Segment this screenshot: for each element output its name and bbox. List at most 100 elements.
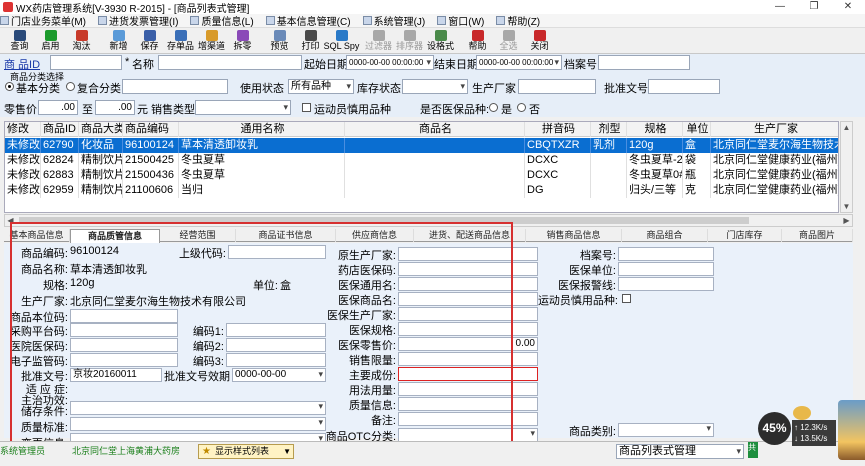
code1-input[interactable] [226,323,326,337]
name-input[interactable] [158,55,302,70]
menu-item-4[interactable]: 系统管理(J) [362,13,425,28]
start-date-field[interactable]: 0000-00-00 00:00:00 [346,55,434,70]
category-input[interactable] [122,79,228,94]
ingredients-input[interactable] [398,367,538,381]
remarks-input[interactable] [398,412,538,426]
e-code-input[interactable] [70,353,178,367]
tab-3[interactable]: 商品证书信息 [236,229,336,242]
toolbar-button-15[interactable]: 全选 [493,29,524,54]
usage-status-select[interactable]: 所有品种 [288,79,354,94]
toolbar-button-14[interactable]: 帮助 [462,29,493,54]
toolbar-button-6[interactable]: 增渠道 [196,29,227,54]
ins-unit-input[interactable] [618,262,714,276]
hospital-code-input[interactable] [70,338,178,352]
ins-price-input[interactable]: 0.00 [398,337,538,351]
dosage-input[interactable] [398,382,538,396]
scroll-thumb[interactable] [19,217,749,224]
tab-6[interactable]: 销售商品信息 [526,229,622,242]
table-row[interactable]: 未修改 62959 精制饮片 21100606 当归 DG 归头/三等克北京同仁堂健康药业(… [5,183,838,198]
menu-item-0[interactable]: 门店业务菜单(M) [0,13,86,28]
table-row[interactable]: 未修改 62790 化妆品 96100124 草本清透卸妆乳 CBQTXZR 乳剂 120g 盒… [5,138,838,153]
parent-code-input[interactable] [228,245,326,259]
toolbar-button-11[interactable]: 过滤器 [363,29,394,54]
maximize-button[interactable]: ❐ [797,0,831,14]
product-grid[interactable]: 修改 商品ID 商品大类 商品编码 通用名称 商品名 拼音码 剂型 规格 单位 生产厂家 未修改 627… [4,121,839,213]
orig-maker-input[interactable] [398,247,538,261]
scroll-up-icon[interactable]: ▲ [841,122,852,133]
approval-input[interactable] [648,79,720,94]
platform-code-input[interactable] [70,323,178,337]
column-header[interactable]: 拼音码 [525,122,591,137]
grid-vertical-scrollbar[interactable]: ▲ ▼ [840,121,853,213]
otc-select[interactable] [398,428,538,442]
toolbar-button-7[interactable]: 拆零 [227,29,258,54]
approval-detail-input[interactable]: 京妆20160011 [70,368,162,382]
price-from-input[interactable]: .00 [38,100,78,115]
column-header[interactable]: 通用名称 [179,122,345,137]
column-header[interactable]: 商品大类 [79,122,123,137]
local-code-input[interactable] [70,309,178,323]
toolbar-button-5[interactable]: 存单品 [165,29,196,54]
column-header[interactable]: 生产厂家 [711,122,838,137]
ins-maker-input[interactable] [398,307,538,321]
archive-input[interactable] [618,247,714,261]
ins-warning-input[interactable] [618,277,714,291]
tab-4[interactable]: 供应商信息 [336,229,414,242]
close-window-button[interactable]: ✕ [831,0,865,14]
grid-horizontal-scrollbar[interactable]: ◀ ▶ [4,214,853,227]
archive-no-input[interactable] [598,55,690,70]
end-date-field[interactable]: 0000-00-00 00:00:00 [476,55,562,70]
menu-item-2[interactable]: 质量信息(L) [190,13,254,28]
sales-type-select[interactable] [195,100,291,115]
column-header[interactable]: 商品名 [345,122,525,137]
column-header[interactable]: 商品编码 [123,122,179,137]
basic-category-radio[interactable] [5,82,14,91]
table-row[interactable]: 未修改62883精制饮片21500436冬虫夏草 DCXC 冬虫夏草0#-瓶瓶北京同… [5,168,838,183]
view-mode-select[interactable]: 商品列表式管理 [616,444,744,459]
toolbar-button-1[interactable]: 启用 [35,29,66,54]
stock-status-select[interactable] [402,79,468,94]
manufacturer-input[interactable] [518,79,596,94]
minimize-button[interactable]: — [763,0,797,14]
code3-input[interactable] [226,353,326,367]
approval-expiry-select[interactable]: 0000-00-00 [232,368,326,382]
quality-info-input[interactable] [398,397,538,411]
toolbar-button-2[interactable]: 淘汰 [66,29,97,54]
column-header[interactable]: 剂型 [591,122,627,137]
toolbar-button-10[interactable]: SQL Spy [324,29,359,54]
insurance-yes-radio[interactable] [489,103,498,112]
price-to-input[interactable]: .00 [95,100,135,115]
menu-item-3[interactable]: 基本信息管理(C) [265,13,351,28]
tab-5[interactable]: 进货、配送商品信息 [414,229,526,242]
table-row[interactable]: 未修改62824精制饮片21500425冬虫夏草 DCXC 冬虫夏草-2号袋北京同仁… [5,153,838,168]
sales-limit-input[interactable] [398,352,538,366]
toolbar-button-13[interactable]: 设格式 [425,29,456,54]
view-style-button[interactable]: ★ 显示样式列表 ▼ [198,444,294,459]
quality-std-select[interactable] [70,417,326,431]
scroll-right-icon[interactable]: ▶ [841,215,852,226]
pharmacy-ins-input[interactable] [398,262,538,276]
column-header[interactable]: 商品ID [41,122,79,137]
ins-generic-input[interactable] [398,277,538,291]
menu-item-1[interactable]: 进货发票管理(I) [98,13,178,28]
ins-name-input[interactable] [398,292,538,306]
storage-select[interactable] [70,401,326,415]
toolbar-button-16[interactable]: 关闭 [524,29,555,54]
toolbar-button-3[interactable]: 新增 [103,29,134,54]
scroll-left-icon[interactable]: ◀ [5,215,16,226]
column-header[interactable]: 单位 [683,122,711,137]
category-select[interactable] [618,423,714,437]
tab-7[interactable]: 商品组合 [622,229,708,242]
product-id-input[interactable] [50,55,122,70]
toolbar-button-9[interactable]: 打印 [295,29,326,54]
menu-item-6[interactable]: 帮助(Z) [496,13,540,28]
athlete-checkbox[interactable] [302,103,311,112]
column-header[interactable]: 规格 [627,122,683,137]
insurance-no-radio[interactable] [517,103,526,112]
toolbar-button-0[interactable]: 查询 [4,29,35,54]
code2-input[interactable] [226,338,326,352]
tab-0[interactable]: 基本商品信息 [4,229,70,242]
scroll-down-icon[interactable]: ▼ [841,201,852,212]
tab-2[interactable]: 经营范围 [160,229,236,242]
toolbar-button-8[interactable]: 预览 [264,29,295,54]
